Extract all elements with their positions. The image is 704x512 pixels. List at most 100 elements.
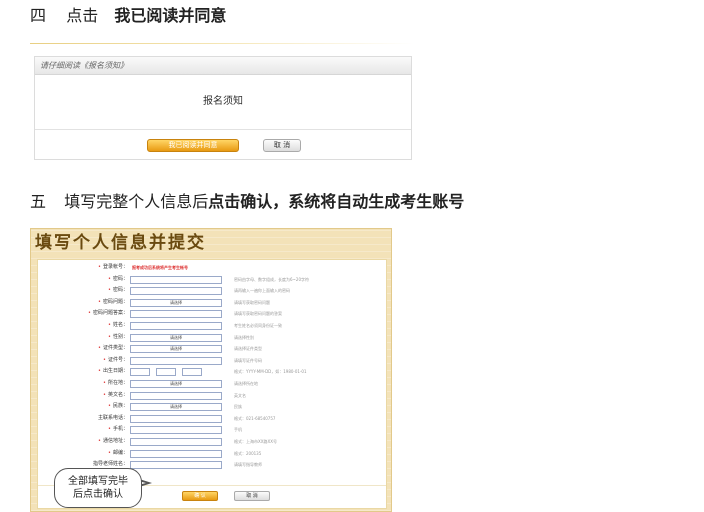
form-row-label: • 所在地： bbox=[103, 380, 128, 386]
form-row: • 密码问题： 请选择 请填写获取密码问题 bbox=[38, 297, 386, 308]
form-select[interactable]: 请选择 bbox=[130, 333, 222, 342]
form-row: • 民族： 请选择 民族 bbox=[38, 401, 386, 412]
form-row: • 邮编： 格式：200135 bbox=[38, 448, 386, 459]
required-marker: • bbox=[98, 438, 101, 444]
form-select[interactable]: 请选择 bbox=[130, 403, 222, 412]
form-row: • 所在地： 请选择 请选择所在地 bbox=[38, 378, 386, 389]
form-input[interactable] bbox=[130, 438, 222, 446]
notice-header: 请仔细阅读《报名须知》 bbox=[35, 57, 411, 75]
form-row: • 英文名： 英文名 bbox=[38, 390, 386, 401]
form-input[interactable] bbox=[130, 391, 222, 400]
form-row: • 出生日期： 格式：YYYY-MM-DD，如：1980-01-01 bbox=[38, 366, 386, 377]
form-input[interactable] bbox=[130, 449, 222, 458]
form-row-hint: 民族 bbox=[234, 404, 242, 410]
form-row-label: • 民族： bbox=[108, 403, 128, 410]
required-marker: • bbox=[108, 333, 111, 340]
form-row-label: • 通信地址： bbox=[98, 438, 128, 444]
form-select[interactable]: 请选择 bbox=[130, 380, 222, 388]
form-input[interactable] bbox=[130, 322, 222, 330]
required-marker: • bbox=[108, 275, 111, 282]
form-row: 主联系电话： 格式：021-68540757 bbox=[38, 413, 386, 424]
form-row: • 姓名： 考生姓名必须同身份证一致 bbox=[38, 320, 386, 331]
form-row-hint: 英文名 bbox=[234, 392, 246, 398]
form-row-hint: 请选择证件类型 bbox=[234, 346, 262, 352]
divider-line bbox=[30, 43, 414, 44]
form-row: • 登录帐号： 报考成功后系统将产生考生帐号 bbox=[38, 262, 386, 273]
form-row-hint: 考生姓名必须同身份证一致 bbox=[234, 323, 282, 328]
date-select[interactable] bbox=[182, 368, 202, 377]
form-row-label: • 性别： bbox=[108, 333, 128, 340]
callout-line-1: 全部填写完毕 bbox=[68, 476, 128, 487]
form-input[interactable] bbox=[130, 275, 222, 284]
form-row-hint: 请再输入一遍你上面输入的密码 bbox=[234, 288, 290, 294]
required-marker: • bbox=[108, 287, 111, 294]
required-marker: • bbox=[98, 264, 101, 270]
form-row: • 证件号： 请填写证件号码 bbox=[38, 355, 386, 366]
required-marker: • bbox=[108, 403, 111, 410]
step-5-number: 五 bbox=[30, 192, 47, 211]
form-select[interactable]: 请选择 bbox=[130, 345, 222, 354]
cancel-button[interactable]: 取 消 bbox=[263, 139, 301, 152]
form-select[interactable]: 请选择 bbox=[130, 298, 222, 307]
form-row-label: • 密码问题答案： bbox=[88, 310, 128, 317]
form-row: • 密码： 请再输入一遍你上面输入的密码 bbox=[38, 285, 386, 296]
form-row-hint: 请填写证件号码 bbox=[234, 357, 262, 363]
form-row-label: • 手机： bbox=[108, 426, 128, 433]
step-5-text-bold: 点击确认，系统将自动生成考生账号 bbox=[208, 192, 465, 211]
form-input[interactable] bbox=[130, 426, 222, 435]
required-marker: • bbox=[108, 449, 111, 456]
form-row: • 通信地址： 格式：上海市XX路XX号 bbox=[38, 436, 386, 447]
form-row-label: • 邮编： bbox=[108, 449, 128, 456]
required-marker: • bbox=[108, 322, 111, 328]
form-row-label: • 密码： bbox=[108, 275, 128, 282]
form-row-hint: 格式：200135 bbox=[234, 450, 262, 456]
date-select[interactable] bbox=[156, 368, 176, 377]
form-row-label: • 密码问题： bbox=[98, 298, 128, 305]
form-input[interactable] bbox=[130, 287, 222, 296]
form-input[interactable] bbox=[130, 461, 222, 470]
date-select[interactable] bbox=[130, 368, 150, 377]
callout-line-2: 后点击确认 bbox=[73, 489, 123, 500]
step-4-number: 四 bbox=[30, 6, 47, 25]
form-cancel-button[interactable]: 取 消 bbox=[234, 491, 270, 501]
required-marker: • bbox=[103, 380, 106, 386]
agree-button[interactable]: 我已阅读并同意 bbox=[147, 139, 239, 152]
form-row-label: • 登录帐号： bbox=[98, 264, 128, 270]
form-row-hint: 格式：上海市XX路XX号 bbox=[234, 439, 277, 444]
form-row: • 证件类型： 请选择 请选择证件类型 bbox=[38, 343, 386, 354]
form-input[interactable] bbox=[130, 414, 222, 423]
form-row-hint: 请填写获取密码问题的答案 bbox=[234, 311, 282, 317]
notice-panel: 请仔细阅读《报名须知》 报名须知 我已阅读并同意 取 消 bbox=[34, 56, 412, 160]
notice-body-title: 报名须知 bbox=[35, 75, 411, 130]
form-row-hint: 请选择性别 bbox=[234, 334, 254, 340]
required-marker: • bbox=[98, 368, 101, 375]
form-row: • 密码问题答案： 请填写获取密码问题的答案 bbox=[38, 308, 386, 319]
step-4-title: 四 点击 我已阅读并同意 bbox=[30, 6, 226, 26]
required-marker: • bbox=[98, 298, 101, 305]
required-marker: • bbox=[103, 391, 106, 398]
form-row-label: 主联系电话： bbox=[97, 414, 128, 421]
confirm-button[interactable]: 确 认 bbox=[182, 491, 218, 501]
step-5-text: 填写完整个人信息后 bbox=[64, 192, 209, 211]
form-row-hint: 格式：021-68540757 bbox=[234, 415, 276, 421]
form-row: • 密码： 密码由字母、数字组成，长度为6~20字符 bbox=[38, 274, 386, 285]
form-row-hint: 报考成功后系统将产生考生帐号 bbox=[132, 265, 188, 270]
form-input[interactable] bbox=[130, 356, 222, 365]
required-marker: • bbox=[108, 426, 111, 433]
callout-bubble: 全部填写完毕 后点击确认 bbox=[54, 468, 142, 508]
form-row-hint: 请填写获取密码问题 bbox=[234, 299, 270, 305]
step-5-title: 五 填写完整个人信息后点击确认，系统将自动生成考生账号 bbox=[30, 192, 464, 212]
form-row-label: • 英文名： bbox=[103, 391, 128, 398]
notice-footer: 我已阅读并同意 取 消 bbox=[35, 130, 411, 160]
form-row-hint: 格式：YYYY-MM-DD，如：1980-01-01 bbox=[234, 369, 307, 375]
step-4-action: 点击 bbox=[66, 6, 99, 25]
form-row: • 手机： 手机 bbox=[38, 424, 386, 435]
form-row-label: • 证件类型： bbox=[98, 345, 128, 352]
step-4-target: 我已阅读并同意 bbox=[114, 6, 227, 25]
required-marker: • bbox=[103, 356, 106, 363]
required-marker: • bbox=[88, 310, 91, 317]
form-row-hint: 密码由字母、数字组成，长度为6~20字符 bbox=[234, 276, 309, 282]
form-input[interactable] bbox=[130, 310, 222, 319]
form-row-hint: 手机 bbox=[234, 427, 242, 433]
form-row-label: • 出生日期： bbox=[98, 368, 128, 375]
